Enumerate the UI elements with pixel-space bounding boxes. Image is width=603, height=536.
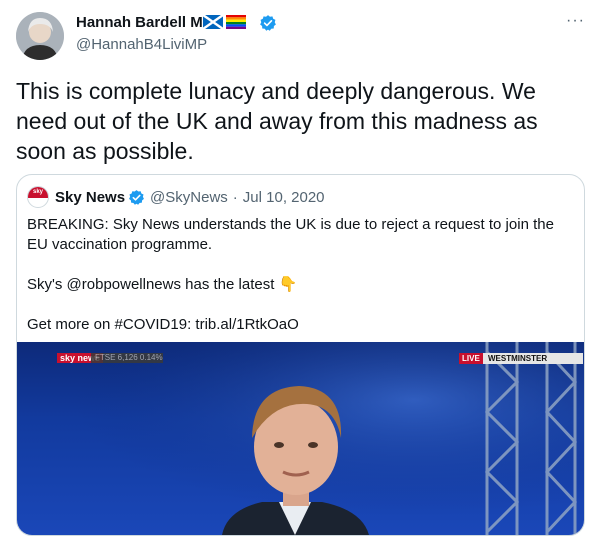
more-options-icon[interactable]: ··· — [566, 12, 585, 30]
quoted-line-breaking: BREAKING: Sky News understands the UK is… — [27, 216, 554, 253]
quoted-line-more: Get more on #COVID19: trib.al/1RtkOaO — [27, 316, 299, 333]
video-frame — [17, 342, 584, 535]
author-name[interactable]: Hannah Bardell MP — [76, 14, 213, 31]
quoted-body: BREAKING: Sky News understands the UK is… — [27, 215, 572, 335]
author-handle[interactable]: @HannahB4LiviMP — [76, 36, 207, 53]
avatar-photo — [16, 12, 64, 60]
quoted-line-latest: Sky's @robpowellnews has the latest 👇 — [27, 276, 298, 293]
author-avatar[interactable] — [16, 12, 64, 60]
sky-logo-text: sky — [32, 189, 43, 195]
quoted-author-name[interactable]: Sky News — [55, 189, 125, 206]
verified-badge-icon — [259, 14, 277, 37]
scotland-flag-icon — [203, 15, 223, 29]
tweet-text: This is complete lunacy and deeply dange… — [16, 78, 538, 164]
rainbow-flag-icon — [226, 15, 246, 29]
sky-news-avatar: sky — [27, 186, 49, 208]
live-badge: LIVE — [459, 353, 483, 364]
location-label: WESTMINSTER — [483, 353, 583, 364]
quoted-verified-badge-icon — [128, 189, 145, 206]
video-player[interactable]: sky news FTSE 6,126 0.14% LIVE WESTMINST… — [17, 342, 584, 535]
quoted-header: sky Sky News @SkyNews · Jul 10, 2020 — [27, 186, 325, 208]
quoted-date[interactable]: Jul 10, 2020 — [243, 189, 325, 206]
profile-flags — [203, 15, 246, 29]
quoted-tweet[interactable]: sky Sky News @SkyNews · Jul 10, 2020 BRE… — [16, 174, 585, 536]
market-ticker: FTSE 6,126 0.14% — [91, 353, 163, 363]
quoted-handle[interactable]: @SkyNews — [150, 189, 228, 206]
meta-separator: · — [232, 188, 238, 206]
